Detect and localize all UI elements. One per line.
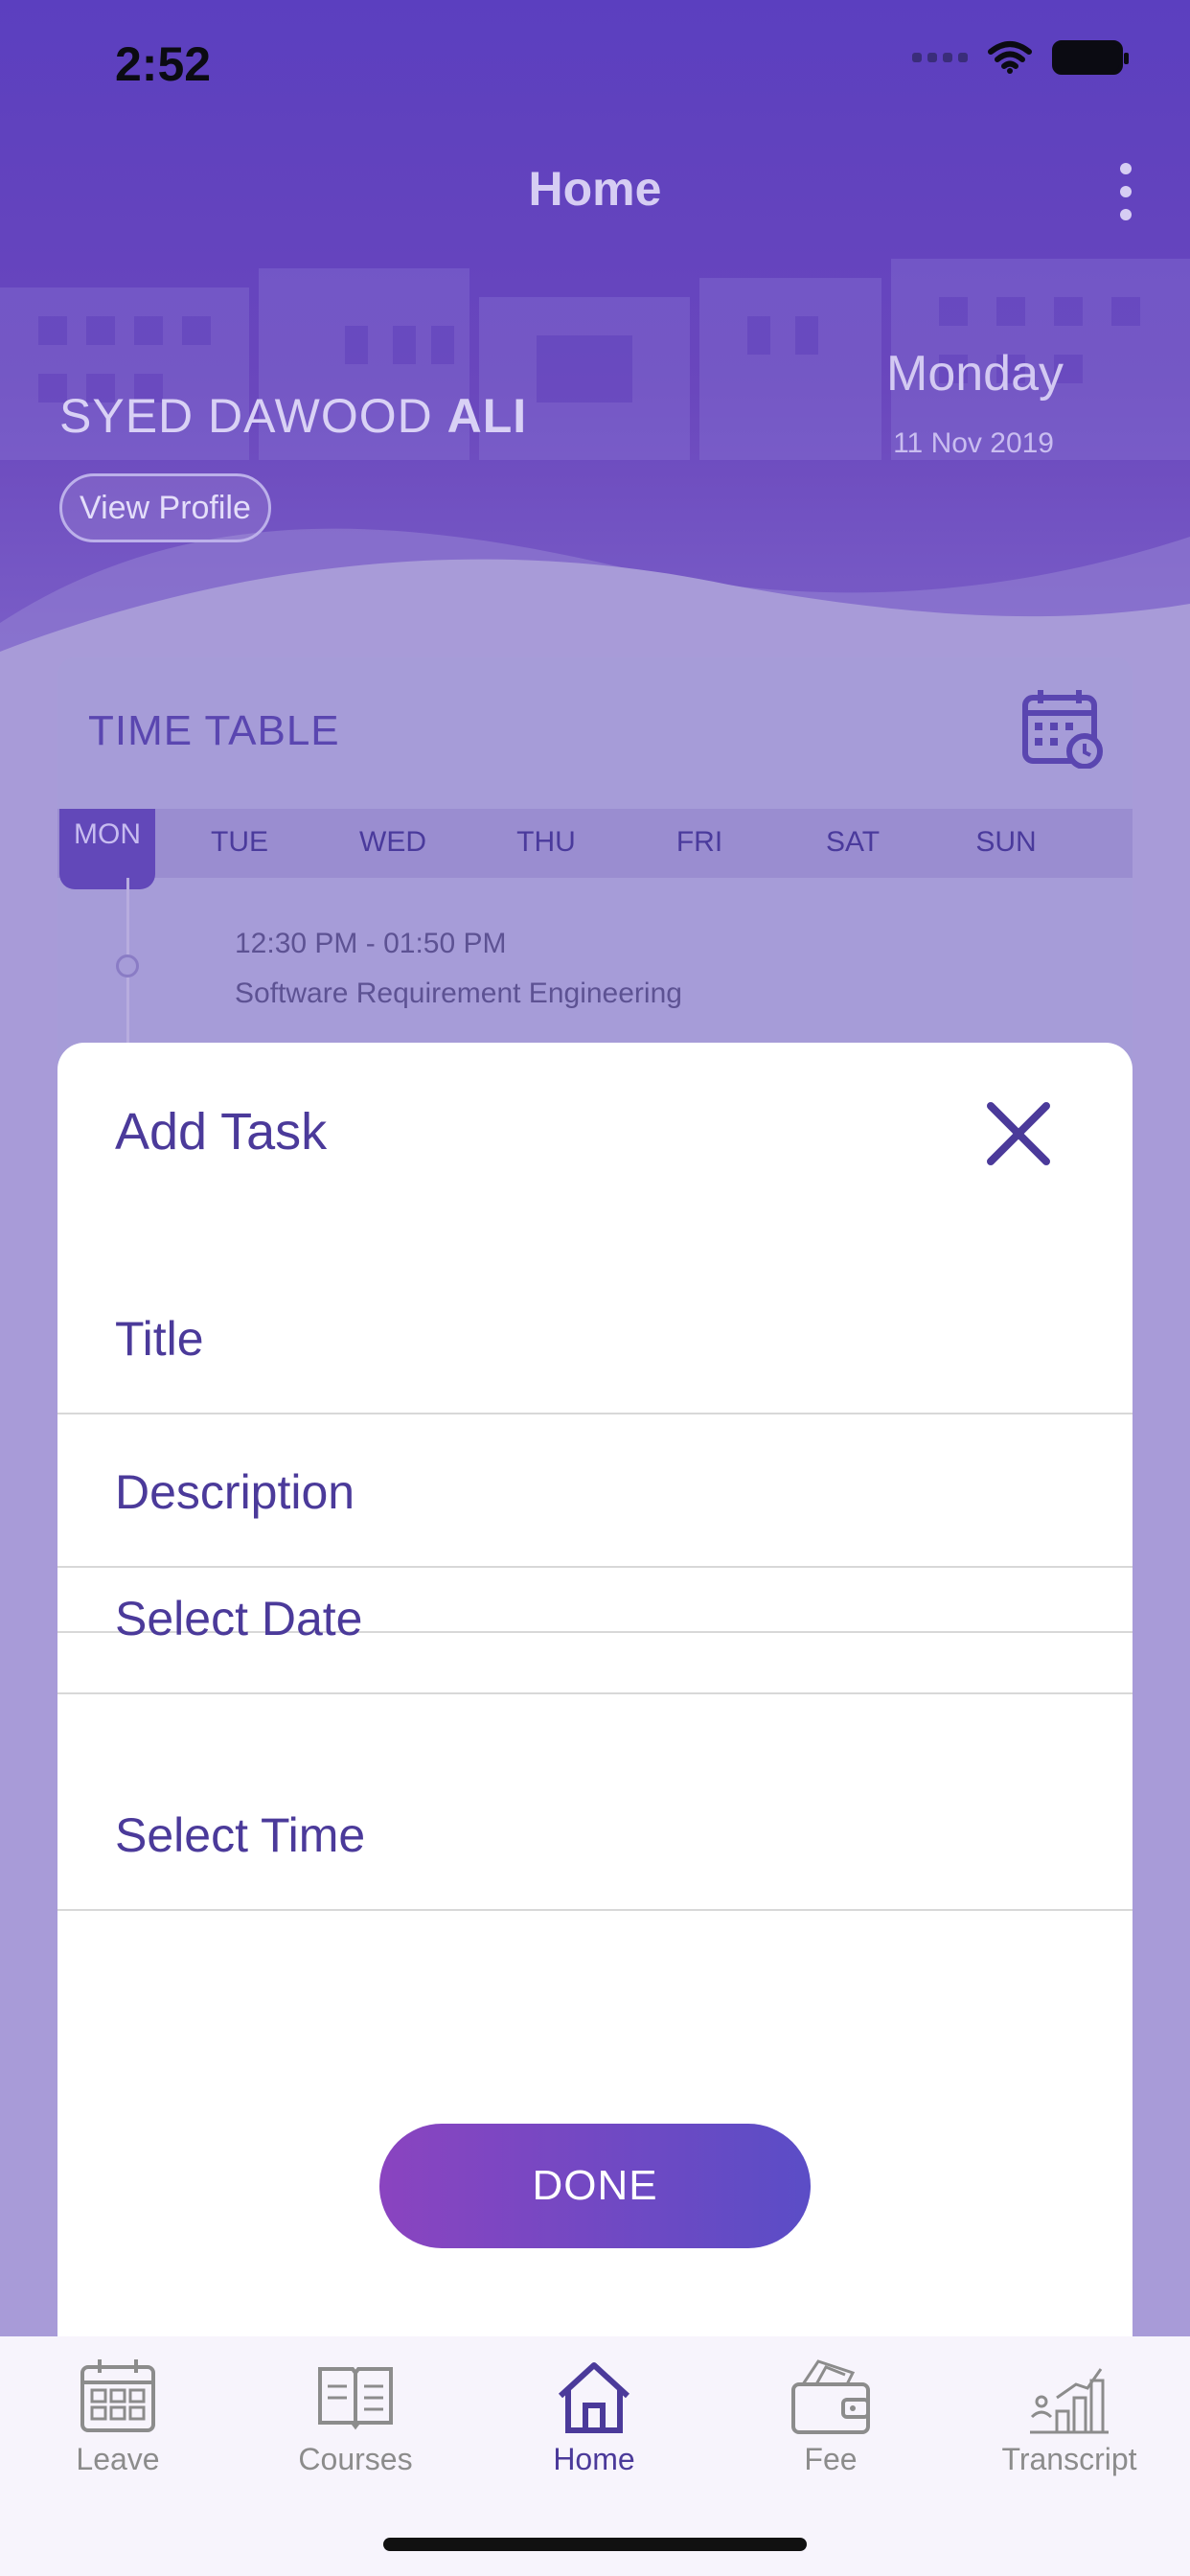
view-profile-button[interactable]: View Profile [59, 473, 271, 542]
tab-label-transcript: Transcript [1001, 2442, 1137, 2476]
user-first-name: SYED DAWOOD [59, 389, 433, 443]
day-tab-tue[interactable]: TUE [192, 826, 287, 859]
timeline-dot [116, 954, 139, 978]
cellular-signal-icon [912, 53, 968, 62]
tab-fee[interactable]: Fee [735, 2356, 927, 2477]
close-icon[interactable] [983, 1098, 1054, 1169]
chart-icon [1030, 2368, 1109, 2434]
status-time: 2:52 [115, 37, 212, 91]
timetable-title: TIME TABLE [88, 707, 340, 754]
current-day: Monday [886, 346, 1064, 402]
home-header: 2:52 Home SYED DAWOOD ALI View Profile M… [0, 0, 1190, 652]
class-name: Software Requirement Engineering [235, 978, 682, 1009]
book-icon [318, 2367, 393, 2430]
day-tab-fri[interactable]: FRI [652, 826, 747, 859]
title-field-label: Title [115, 1312, 204, 1366]
tab-label-home: Home [553, 2442, 635, 2476]
wallet-icon [791, 2359, 870, 2434]
wifi-icon [988, 41, 1032, 74]
weekday-selector: MON TUE WED THU FRI SAT SUN [57, 809, 1133, 889]
tab-transcript[interactable]: Transcript [973, 2356, 1165, 2477]
class-time: 12:30 PM - 01:50 PM [235, 928, 507, 959]
battery-icon [1052, 40, 1129, 75]
tab-leave[interactable]: Leave [22, 2356, 214, 2477]
title-field[interactable]: Title [57, 1261, 1133, 1414]
user-name: SYED DAWOOD ALI [59, 388, 527, 444]
calendar-icon [80, 2359, 155, 2432]
status-bar: 2:52 [0, 0, 1190, 134]
done-button[interactable]: DONE [379, 2124, 811, 2248]
add-task-modal: Add Task Title Description Select Date S… [57, 1043, 1133, 2384]
tab-home[interactable]: Home [498, 2356, 690, 2477]
day-tab-wed[interactable]: WED [345, 826, 441, 859]
page-title: Home [528, 162, 662, 216]
home-icon [558, 2362, 630, 2433]
calendar-clock-icon[interactable] [1021, 686, 1104, 769]
status-icons [912, 40, 1129, 75]
current-date: 11 Nov 2019 [893, 427, 1054, 459]
day-tab-sat[interactable]: SAT [805, 826, 901, 859]
user-last-name: ALI [446, 389, 528, 443]
home-indicator [383, 2538, 807, 2551]
tab-courses[interactable]: Courses [260, 2356, 451, 2477]
date-field[interactable]: Select Date [57, 1478, 1133, 1694]
time-field[interactable]: Select Time [57, 1694, 1133, 1911]
modal-title: Add Task [115, 1103, 328, 1161]
more-menu-icon[interactable] [1114, 163, 1137, 220]
day-tab-thu[interactable]: THU [498, 826, 594, 859]
tab-label-leave: Leave [76, 2442, 160, 2476]
day-tab-sun[interactable]: SUN [958, 826, 1054, 859]
tab-label-fee: Fee [804, 2442, 858, 2476]
day-tab-mon[interactable]: MON [59, 809, 155, 889]
tab-label-courses: Courses [298, 2442, 413, 2476]
time-field-label: Select Time [115, 1808, 366, 1862]
date-field-label: Select Date [115, 1592, 363, 1645]
